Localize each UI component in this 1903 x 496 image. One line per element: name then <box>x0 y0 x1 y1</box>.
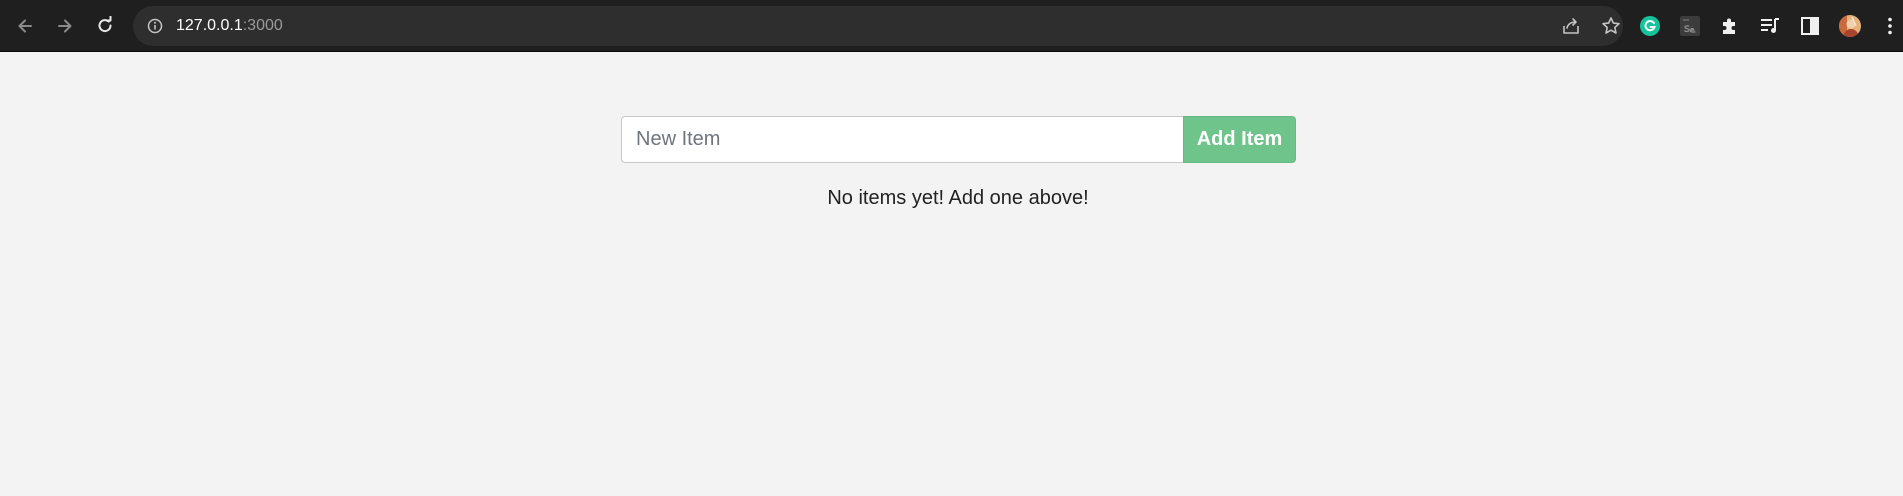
profile-button[interactable] <box>1837 13 1863 39</box>
new-item-input[interactable] <box>621 116 1183 163</box>
arrow-left-icon <box>18 19 32 33</box>
address-bar[interactable]: 127.0.0.1:3000 <box>133 6 1623 46</box>
reload-button[interactable] <box>89 10 121 42</box>
share-icon[interactable] <box>1560 15 1582 37</box>
empty-list-message: No items yet! Add one above! <box>827 187 1089 209</box>
profile-avatar-icon <box>1839 15 1861 37</box>
browser-menu-button[interactable] <box>1877 13 1903 39</box>
side-panel-button[interactable] <box>1797 13 1823 39</box>
back-button[interactable] <box>9 10 41 42</box>
kebab-menu-icon <box>1888 17 1892 35</box>
grammarly-icon <box>1640 16 1660 36</box>
media-queue-icon <box>1761 18 1779 33</box>
side-panel-icon <box>1801 17 1819 35</box>
page-content: Add Item No items yet! Add one above! <box>0 53 1903 496</box>
url-port: :3000 <box>242 17 283 34</box>
grammarly-extension[interactable] <box>1637 13 1663 39</box>
selenium-icon <box>1680 16 1700 36</box>
reload-icon <box>98 16 112 33</box>
puzzle-icon <box>1723 18 1735 34</box>
extensions-button[interactable] <box>1717 13 1743 39</box>
media-queue-button[interactable] <box>1757 13 1783 39</box>
arrow-right-icon <box>58 19 72 33</box>
add-item-button[interactable]: Add Item <box>1183 116 1296 163</box>
star-icon[interactable] <box>1600 15 1622 37</box>
add-item-form: Add Item <box>621 116 1296 163</box>
info-icon[interactable] <box>147 18 163 34</box>
url-host: 127.0.0.1 <box>176 17 243 34</box>
url-text[interactable]: 127.0.0.1:3000 <box>176 17 283 35</box>
browser-toolbar: 127.0.0.1:3000 <box>0 0 1903 52</box>
selenium-extension[interactable] <box>1677 13 1703 39</box>
forward-button[interactable] <box>49 10 81 42</box>
